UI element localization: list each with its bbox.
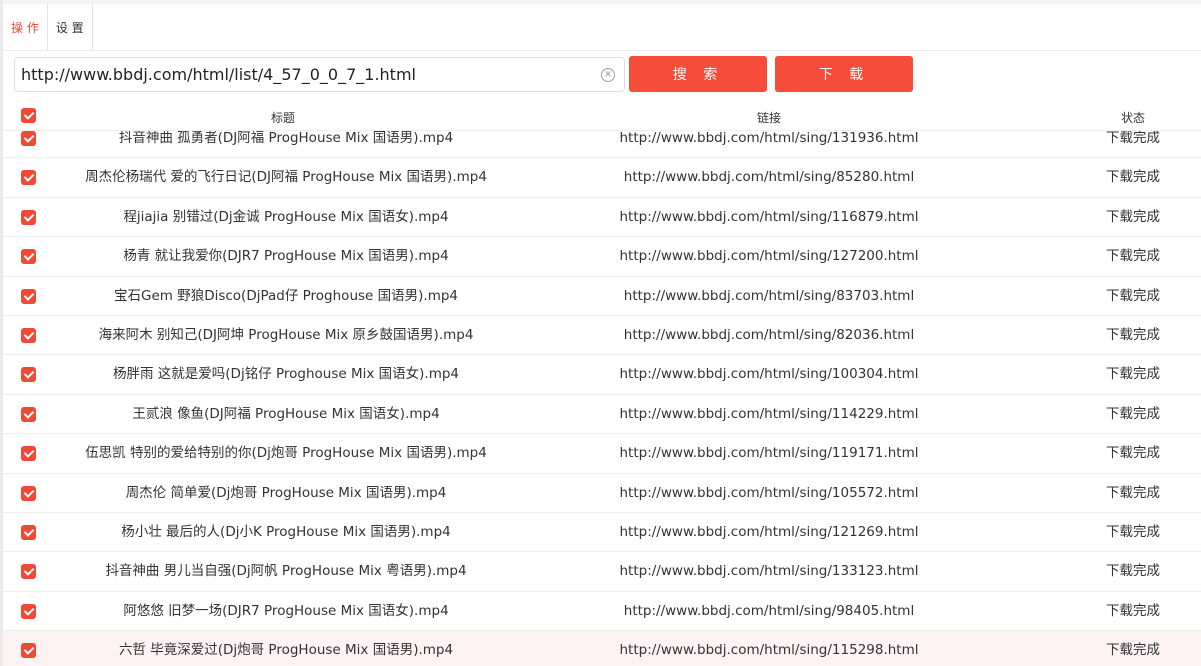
tab-divider: [0, 50, 1201, 51]
row-checkbox[interactable]: [21, 367, 36, 383]
table-row[interactable]: 程jiajia 别错过(Dj金诚 ProgHouse Mix 国语女).mp4 h…: [3, 198, 1201, 238]
row-link: http://www.bbdj.com/html/sing/82036.html: [623, 326, 915, 343]
row-status: 下载完成: [1106, 326, 1160, 343]
row-status: 下载完成: [1106, 642, 1160, 659]
table-row[interactable]: 王贰浪 像鱼(DJ阿福 ProgHouse Mix 国语女).mp4 http:/…: [3, 395, 1201, 435]
tab-operate[interactable]: 操 作: [3, 4, 47, 51]
row-title: 杨胖雨 这就是爱吗(Dj铭仔 Proghouse Mix 国语女).mp4: [112, 366, 460, 383]
row-checkbox[interactable]: [21, 603, 36, 619]
row-title: 杨青 就让我爱你(DJR7 ProgHouse Mix 国语男).mp4: [123, 248, 449, 265]
row-link: http://www.bbdj.com/html/sing/116879.htm…: [619, 208, 919, 225]
table-row[interactable]: 六哲 毕竟深爱过(Dj炮哥 ProgHouse Mix 国语男).mp4 http…: [3, 631, 1201, 666]
url-input[interactable]: [21, 58, 591, 91]
row-status: 下载完成: [1106, 248, 1160, 265]
row-link: http://www.bbdj.com/html/sing/98405.html: [623, 602, 915, 619]
row-title: 王贰浪 像鱼(DJ阿福 ProgHouse Mix 国语女).mp4: [132, 405, 440, 422]
header-link: 链接: [756, 111, 782, 125]
row-link: http://www.bbdj.com/html/sing/133123.htm…: [619, 563, 919, 580]
download-button[interactable]: 下 载: [775, 56, 913, 92]
row-link: http://www.bbdj.com/html/sing/114229.htm…: [619, 405, 919, 422]
table-row[interactable]: 阿悠悠 旧梦一场(DJR7 ProgHouse Mix 国语女).mp4 http…: [3, 592, 1201, 632]
row-status: 下载完成: [1106, 484, 1160, 501]
row-status: 下载完成: [1106, 287, 1160, 304]
table-row[interactable]: 宝石Gem 野狼Disco(DjPad仔 Proghouse 国语男).mp4 h…: [3, 277, 1201, 316]
table-row[interactable]: 周杰伦 简单爱(Dj炮哥 ProgHouse Mix 国语男).mp4 http:…: [3, 474, 1201, 513]
clear-icon[interactable]: ✕: [601, 68, 615, 82]
row-checkbox[interactable]: [21, 170, 36, 186]
row-status: 下载完成: [1106, 405, 1160, 422]
row-status: 下载完成: [1106, 208, 1160, 225]
row-link: http://www.bbdj.com/html/sing/127200.htm…: [619, 248, 919, 265]
row-checkbox[interactable]: [21, 406, 36, 422]
table-row[interactable]: 杨胖雨 这就是爱吗(Dj铭仔 Proghouse Mix 国语女).mp4 htt…: [3, 355, 1201, 395]
row-title: 六哲 毕竟深爱过(Dj炮哥 ProgHouse Mix 国语男).mp4: [118, 642, 454, 659]
row-title: 抖音神曲 男儿当自强(Dj阿帆 ProgHouse Mix 粤语男).mp4: [105, 563, 467, 580]
row-status: 下载完成: [1106, 366, 1160, 383]
row-link: http://www.bbdj.com/html/sing/100304.htm…: [619, 366, 919, 383]
row-link: http://www.bbdj.com/html/sing/121269.htm…: [619, 523, 919, 540]
tab-bar: 操 作 设 置: [3, 4, 93, 51]
row-checkbox[interactable]: [21, 249, 36, 265]
row-checkbox[interactable]: [21, 564, 36, 580]
table-body: 抖音神曲 孤勇者(DJ阿福 ProgHouse Mix 国语男).mp4 http…: [3, 119, 1201, 666]
row-status: 下载完成: [1106, 169, 1160, 186]
row-checkbox[interactable]: [21, 485, 36, 501]
results-table: 标题 链接 状态 抖音神曲 孤勇者(DJ阿福 ProgHouse Mix 国语男…: [3, 101, 1201, 666]
row-checkbox[interactable]: [21, 288, 36, 304]
table-header: 标题 链接 状态: [3, 101, 1201, 131]
table-row[interactable]: 抖音神曲 男儿当自强(Dj阿帆 ProgHouse Mix 粤语男).mp4 ht…: [3, 552, 1201, 592]
top-border: [0, 0, 1201, 4]
row-status: 下载完成: [1106, 523, 1160, 540]
table-row[interactable]: 伍思凯 特别的爱给特别的你(Dj炮哥 ProgHouse Mix 国语男).mp…: [3, 434, 1201, 474]
row-checkbox[interactable]: [21, 446, 36, 462]
tab-settings[interactable]: 设 置: [46, 4, 93, 51]
row-link: http://www.bbdj.com/html/sing/119171.htm…: [619, 445, 919, 462]
table-row[interactable]: 周杰伦杨瑞代 爱的飞行日记(DJ阿福 ProgHouse Mix 国语男).mp…: [3, 158, 1201, 198]
row-link: http://www.bbdj.com/html/sing/105572.htm…: [619, 484, 919, 501]
row-checkbox[interactable]: [21, 327, 36, 343]
url-field: ✕: [14, 57, 625, 92]
select-all-checkbox[interactable]: [21, 108, 36, 123]
row-status: 下载完成: [1106, 602, 1160, 619]
row-link: http://www.bbdj.com/html/sing/85280.html: [623, 169, 915, 186]
row-checkbox[interactable]: [21, 524, 36, 540]
row-checkbox[interactable]: [21, 209, 36, 225]
table-row[interactable]: 杨小壮 最后的人(Dj小K ProgHouse Mix 国语男).mp4 http…: [3, 513, 1201, 553]
search-button[interactable]: 搜 索: [629, 56, 767, 92]
row-checkbox[interactable]: [21, 131, 36, 146]
row-title: 周杰伦 简单爱(Dj炮哥 ProgHouse Mix 国语男).mp4: [125, 484, 447, 501]
table-row[interactable]: 杨青 就让我爱你(DJR7 ProgHouse Mix 国语男).mp4 http…: [3, 237, 1201, 277]
row-title: 程jiajia 别错过(Dj金诚 ProgHouse Mix 国语女).mp4: [123, 208, 449, 225]
row-status: 下载完成: [1106, 445, 1160, 462]
header-status: 状态: [1120, 111, 1146, 125]
row-title: 海来阿木 别知己(DJ阿坤 ProgHouse Mix 原乡鼓国语男).mp4: [98, 326, 474, 343]
row-link: http://www.bbdj.com/html/sing/115298.htm…: [619, 642, 919, 659]
row-title: 宝石Gem 野狼Disco(DjPad仔 Proghouse 国语男).mp4: [113, 287, 459, 304]
row-link: http://www.bbdj.com/html/sing/83703.html: [623, 287, 915, 304]
row-checkbox[interactable]: [21, 643, 36, 659]
row-title: 杨小壮 最后的人(Dj小K ProgHouse Mix 国语男).mp4: [121, 523, 451, 540]
row-status: 下载完成: [1106, 563, 1160, 580]
app-window: 操 作 设 置 ✕ 搜 索 下 载 标题 链接 状态 抖音神曲 孤勇者(DJ阿福…: [0, 0, 1201, 666]
header-title: 标题: [270, 111, 296, 125]
row-title: 伍思凯 特别的爱给特别的你(Dj炮哥 ProgHouse Mix 国语男).mp…: [85, 445, 487, 462]
row-title: 阿悠悠 旧梦一场(DJR7 ProgHouse Mix 国语女).mp4: [123, 602, 449, 619]
row-title: 周杰伦杨瑞代 爱的飞行日记(DJ阿福 ProgHouse Mix 国语男).mp…: [85, 169, 487, 186]
table-row[interactable]: 海来阿木 别知己(DJ阿坤 ProgHouse Mix 原乡鼓国语男).mp4 h…: [3, 316, 1201, 356]
